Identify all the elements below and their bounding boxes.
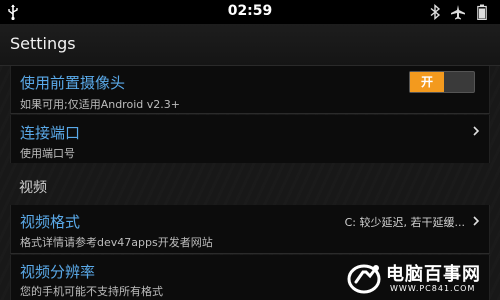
action-bar: Settings [0,24,500,66]
toggle-on-label: 开 [410,72,444,92]
status-time: 02:59 [227,3,273,19]
pref-video-format-summary: 格式详情请参考dev47apps开发者网站 [20,236,213,249]
airplane-mode-icon [451,5,465,20]
pref-video-format[interactable]: 视频格式 格式详情请参考dev47apps开发者网站 C: 较少延迟, 若干延缓… [10,205,490,254]
chevron-right-icon [473,126,480,136]
watermark-logo-icon [347,264,381,294]
chevron-right-icon [473,216,480,226]
pref-video-format-title: 视频格式 [20,213,81,231]
front-camera-toggle[interactable]: 开 [409,71,475,93]
pref-video-resolution-title: 视频分辨率 [20,263,96,281]
pref-front-camera-summary: 如果可用;仅适用Android v2.3+ [20,98,180,111]
battery-icon [477,4,487,20]
section-header-video: 视频 [19,180,47,196]
watermark-url: WWW.PC841.COM [390,284,476,293]
pref-video-format-value: C: 较少延迟, 若干延缓... [344,216,465,229]
pref-front-camera[interactable]: 使用前置摄像头 如果可用;仅适用Android v2.3+ 开 [10,66,490,114]
pref-connection-port-title: 连接端口 [20,124,81,142]
watermark-brand: 电脑百事网 [386,264,481,285]
watermark: 电脑百事网 WWW.PC841.COM [346,259,496,297]
page-title: Settings [10,34,76,53]
pref-connection-port[interactable]: 连接端口 使用端口号 [10,115,490,163]
status-bar: 02:59 [0,0,500,24]
pref-front-camera-title: 使用前置摄像头 [20,74,126,92]
pref-connection-port-summary: 使用端口号 [20,147,75,160]
bluetooth-icon [430,4,441,20]
pref-video-resolution-summary: 您的手机可能不支持所有格式 [20,285,163,298]
